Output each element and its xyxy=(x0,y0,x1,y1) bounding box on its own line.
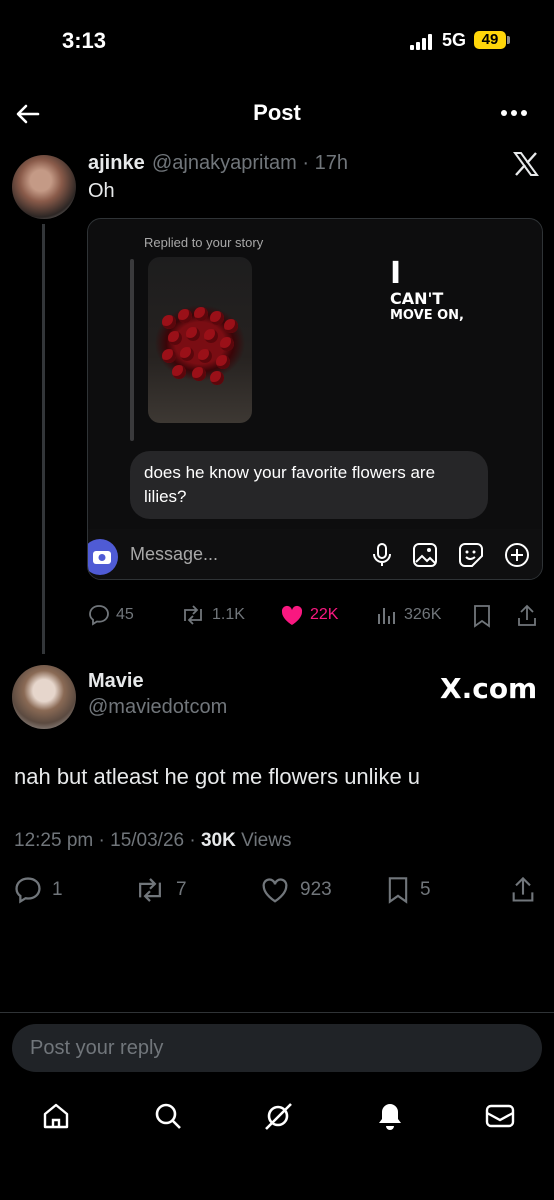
battery-tip xyxy=(507,36,510,44)
reply-count: 45 xyxy=(116,606,134,623)
repost-button[interactable]: 7 xyxy=(134,876,187,904)
story-bar xyxy=(130,259,134,441)
bookmark-button[interactable]: 5 xyxy=(386,876,431,904)
heart-icon xyxy=(262,878,288,903)
author-handle[interactable]: @maviedotcom xyxy=(88,696,227,719)
author-name[interactable]: Mavie xyxy=(88,670,144,693)
repost-count: 7 xyxy=(176,879,187,900)
bookmark-icon xyxy=(388,877,408,904)
views-count: 326K xyxy=(404,606,442,623)
reply-icon xyxy=(89,605,109,626)
sticker-icon xyxy=(459,543,483,567)
thread-line xyxy=(42,224,45,654)
like-button[interactable]: 923 xyxy=(260,876,332,904)
heart-filled-icon xyxy=(281,605,303,625)
network-label: 5G xyxy=(442,30,467,50)
avatar-mavie[interactable] xyxy=(12,665,76,729)
notifications-icon[interactable] xyxy=(374,1100,406,1132)
grok-icon[interactable] xyxy=(262,1100,294,1132)
signal-icon xyxy=(410,34,432,50)
views-label[interactable]: Views xyxy=(241,830,291,851)
bookmark-icon[interactable] xyxy=(472,604,492,628)
search-icon[interactable] xyxy=(152,1100,184,1132)
story-caption: I CAN'T MOVE ON, xyxy=(390,256,464,323)
like-count: 923 xyxy=(300,879,332,900)
messages-icon[interactable] xyxy=(484,1100,516,1132)
gallery-icon xyxy=(413,543,437,567)
tweet-text: Oh xyxy=(88,180,115,202)
home-icon[interactable] xyxy=(40,1100,72,1132)
add-icon xyxy=(505,543,529,567)
reply-button[interactable]: 45 xyxy=(88,604,134,626)
tweet-date: 15/03/26 xyxy=(110,830,185,851)
repost-button[interactable]: 1.1K xyxy=(180,604,245,626)
share-icon[interactable] xyxy=(510,876,536,904)
reply-icon xyxy=(15,877,41,904)
views-count: 30K xyxy=(200,830,236,851)
reply-button[interactable]: 1 xyxy=(14,876,63,904)
x-com-brand: X.com xyxy=(440,672,538,705)
replied-label: Replied to your story xyxy=(144,235,264,250)
page-title: Post xyxy=(253,100,301,125)
views-icon xyxy=(378,608,395,624)
divider xyxy=(0,1012,554,1013)
repost-count: 1.1K xyxy=(212,606,245,623)
author-handle[interactable]: @ajnakyapritam · 17h xyxy=(152,152,348,175)
tweet-meta: 12:25 pm · 15/03/26 · 30K Views xyxy=(14,830,292,851)
status-time: 3:13 xyxy=(62,28,107,53)
share-icon[interactable] xyxy=(516,604,538,628)
avatar-ajinke[interactable] xyxy=(12,155,76,219)
story-caption-line: MOVE ON, xyxy=(390,308,464,323)
camera-icon xyxy=(88,539,118,575)
tweet-text: nah but atleast he got me flowers unlike… xyxy=(14,764,421,789)
more-options-icon[interactable] xyxy=(500,105,528,121)
like-count: 22K xyxy=(310,606,339,623)
like-button[interactable]: 22K xyxy=(280,604,338,626)
battery-indicator: 49 xyxy=(474,31,506,49)
reply-count: 1 xyxy=(52,879,63,900)
repost-icon xyxy=(184,605,202,625)
repost-icon xyxy=(139,878,161,902)
story-caption-line: CAN'T xyxy=(390,289,444,308)
story-caption-line: I xyxy=(390,256,402,291)
message-bar: Message... xyxy=(88,529,542,579)
tweet-image[interactable]: Replied to your story I CAN'T MOVE ON, d… xyxy=(87,218,543,580)
reply-input[interactable]: Post your reply xyxy=(12,1024,542,1072)
microphone-icon xyxy=(373,543,391,566)
bookmark-count: 5 xyxy=(420,879,431,900)
author-name[interactable]: ajinke xyxy=(88,152,145,175)
tweet-time: 12:25 pm xyxy=(14,830,94,851)
story-thumbnail[interactable] xyxy=(148,257,252,423)
message-placeholder: Message... xyxy=(130,544,219,564)
x-logo-icon xyxy=(513,152,539,176)
reply-message-bubble: does he know your favorite flowers are l… xyxy=(130,451,488,519)
views-button[interactable]: 326K xyxy=(376,604,441,626)
